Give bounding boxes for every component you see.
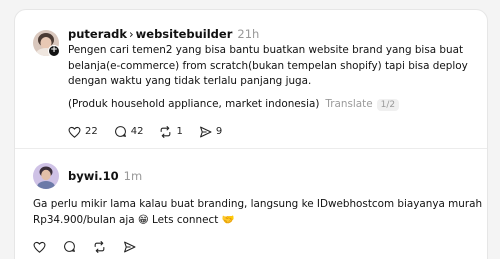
- post-text-line: Ga perlu mikir lama kalau buat branding,…: [33, 198, 483, 210]
- reply-count: 42: [130, 126, 144, 137]
- original-post: + puteradk › websitebuilder 21h Pengen cari…: [15, 10, 487, 150]
- username[interactable]: bywi.10: [68, 169, 119, 183]
- post-text-line: belanja(e-commerce) from scratch(bukan t…: [68, 59, 468, 72]
- share-button[interactable]: [123, 241, 136, 253]
- repost-count: 1: [176, 126, 183, 137]
- share-icon: [124, 241, 136, 252]
- repost-button[interactable]: 1: [159, 125, 183, 138]
- avatar[interactable]: [33, 163, 59, 189]
- translate-link[interactable]: Translate: [325, 98, 372, 110]
- heart-icon: [33, 241, 46, 253]
- post-header: puteradk › websitebuilder 21h: [68, 27, 259, 41]
- thread-card: + puteradk › websitebuilder 21h Pengen cari…: [14, 9, 488, 259]
- post-header: bywi.10 1m: [68, 169, 142, 183]
- share-button[interactable]: 9: [199, 126, 222, 138]
- like-button[interactable]: 22: [68, 126, 98, 138]
- community-name[interactable]: websitebuilder: [136, 27, 233, 41]
- post-actions: 22 42 1 9: [68, 125, 222, 138]
- post-actions: [33, 240, 136, 253]
- like-count: 22: [85, 126, 98, 137]
- repost-icon: [94, 240, 105, 253]
- reply-post: bywi.10 1m Ga perlu mikir lama kalau buat…: [15, 149, 487, 259]
- repost-button[interactable]: [93, 240, 106, 253]
- comment-icon: [64, 241, 75, 252]
- post-note-row: (Produk household appliance, market indo…: [68, 97, 480, 114]
- post-text-line: Rp34.900/bulan aja 😁 Lets connect 🤝: [33, 213, 235, 226]
- post-text-line: Pengen cari temen2 yang bisa bantu buatk…: [68, 44, 464, 56]
- reply-button[interactable]: 42: [114, 125, 144, 138]
- reply-button[interactable]: [63, 240, 76, 253]
- post-note: (Produk household appliance, market indo…: [68, 97, 320, 110]
- username[interactable]: puteradk: [68, 27, 127, 41]
- post-time: 1m: [123, 169, 143, 183]
- breadcrumb-separator: ›: [129, 27, 134, 41]
- like-button[interactable]: [33, 241, 46, 253]
- post-time: 21h: [237, 27, 260, 41]
- post-text-line: dengan waktu yang tidak terlalu panjang …: [68, 75, 312, 87]
- repost-icon: [161, 125, 171, 138]
- share-icon: [199, 126, 212, 137]
- page-indicator[interactable]: 1/2: [376, 98, 400, 111]
- heart-icon: [68, 126, 81, 138]
- follow-plus-icon[interactable]: +: [48, 45, 60, 57]
- post-text: Pengen cari temen2 yang bisa bantu buatk…: [68, 43, 480, 113]
- share-count: 9: [215, 126, 223, 137]
- comment-icon: [114, 126, 126, 137]
- post-text: Ga perlu mikir lama kalau buat branding,…: [33, 197, 485, 228]
